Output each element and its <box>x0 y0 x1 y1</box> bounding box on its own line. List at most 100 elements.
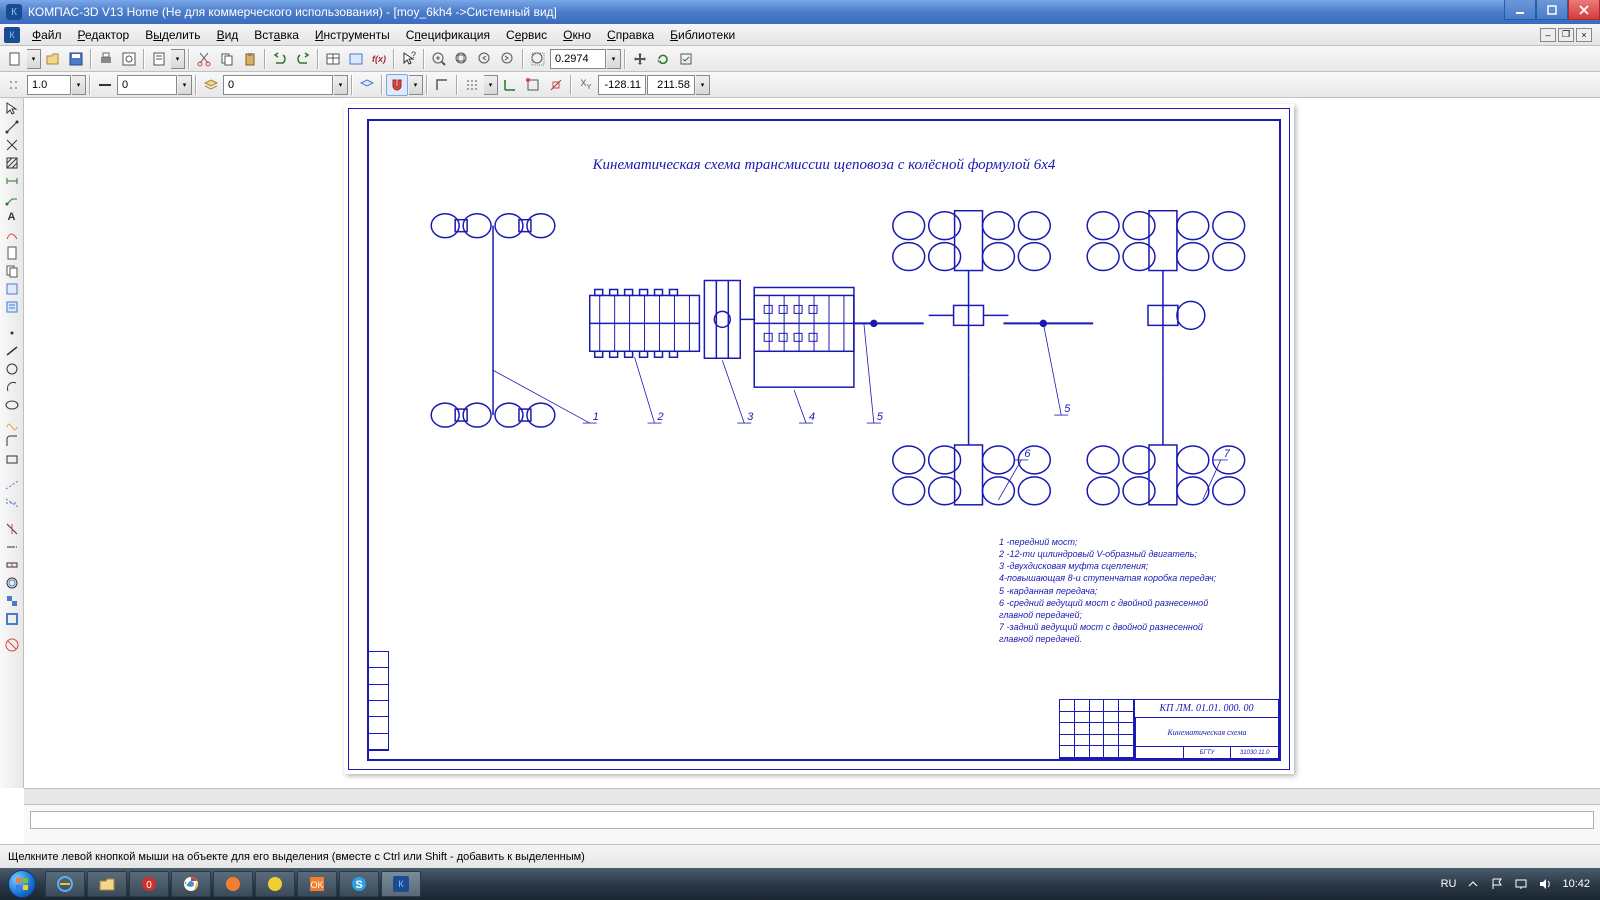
menu-edit[interactable]: Редактор <box>70 25 138 45</box>
collect-tool[interactable] <box>1 592 23 610</box>
maximize-button[interactable] <box>1536 0 1568 20</box>
dim-tool[interactable] <box>1 172 23 190</box>
zoom-dropdown[interactable]: ▾ <box>607 49 621 69</box>
task-kompas[interactable]: К <box>381 871 421 897</box>
linestyle-dropdown[interactable]: ▾ <box>178 75 192 95</box>
command-input[interactable] <box>30 811 1594 829</box>
lineweight-input[interactable] <box>27 75 71 95</box>
cut-button[interactable] <box>193 48 215 70</box>
page-tool[interactable] <box>1 244 23 262</box>
minimize-button[interactable] <box>1504 0 1536 20</box>
menu-tools[interactable]: Инструменты <box>307 25 398 45</box>
layer-input[interactable] <box>223 75 333 95</box>
help-cursor-button[interactable]: ? <box>398 48 420 70</box>
zoom-window-button[interactable] <box>451 48 473 70</box>
spec-button[interactable] <box>148 48 170 70</box>
lineweight-dropdown[interactable]: ▾ <box>72 75 86 95</box>
text-tool[interactable]: A <box>1 208 23 226</box>
redo-button[interactable] <box>292 48 314 70</box>
coord-y-input[interactable] <box>647 75 695 95</box>
mdi-restore-button[interactable]: ❐ <box>1558 28 1574 42</box>
tray-lang[interactable]: RU <box>1441 878 1457 890</box>
menu-spec[interactable]: Спецификация <box>398 25 498 45</box>
tray-flag-icon[interactable] <box>1490 877 1504 891</box>
magnet-dropdown[interactable]: ▾ <box>409 75 423 95</box>
aux-line-tool[interactable] <box>1 476 23 494</box>
frame-tool[interactable] <box>1 280 23 298</box>
coord-dropdown[interactable]: ▾ <box>696 75 710 95</box>
fx-button[interactable]: f(x) <box>368 48 390 70</box>
task-ok[interactable]: OK <box>297 871 337 897</box>
menu-file[interactable]: ФФайлайл <box>24 25 70 45</box>
print-button[interactable] <box>95 48 117 70</box>
spline-tool[interactable] <box>1 226 23 244</box>
magnet-button[interactable] <box>386 74 408 96</box>
zoom-next-button[interactable] <box>497 48 519 70</box>
menu-window[interactable]: Окно <box>555 25 599 45</box>
layer-dropdown[interactable]: ▾ <box>334 75 348 95</box>
tray-volume-icon[interactable] <box>1538 877 1552 891</box>
menu-help[interactable]: Справка <box>599 25 662 45</box>
zoom-value-input[interactable] <box>550 49 606 69</box>
grid-button[interactable] <box>461 74 483 96</box>
task-skype[interactable]: S <box>339 871 379 897</box>
copy-tool[interactable] <box>1 262 23 280</box>
break-tool[interactable] <box>1 556 23 574</box>
tray-chevron-icon[interactable] <box>1466 877 1480 891</box>
refresh-button[interactable] <box>652 48 674 70</box>
lcs-button[interactable] <box>499 74 521 96</box>
seg-tool[interactable] <box>1 342 23 360</box>
snap2-button[interactable] <box>545 74 567 96</box>
extend-tool[interactable] <box>1 538 23 556</box>
redraw-button[interactable] <box>675 48 697 70</box>
pt-tool[interactable] <box>1 324 23 342</box>
grid-dropdown[interactable]: ▾ <box>484 75 498 95</box>
menu-libs[interactable]: Библиотеки <box>662 25 743 45</box>
bezier-tool[interactable] <box>1 414 23 432</box>
equi-tool[interactable] <box>1 574 23 592</box>
menu-select[interactable]: Выделить <box>137 25 208 45</box>
horizontal-scrollbar[interactable] <box>24 788 1600 804</box>
copy-button[interactable] <box>216 48 238 70</box>
layers-button[interactable] <box>356 74 378 96</box>
preview-button[interactable] <box>118 48 140 70</box>
vars-button[interactable] <box>345 48 367 70</box>
zoom-fit-button[interactable] <box>527 48 549 70</box>
task-explorer[interactable] <box>87 871 127 897</box>
select-tool[interactable] <box>1 100 23 118</box>
circle-tool[interactable] <box>1 360 23 378</box>
table-button[interactable] <box>322 48 344 70</box>
task-orange[interactable] <box>213 871 253 897</box>
new-dropdown[interactable]: ▾ <box>27 49 41 69</box>
task-red[interactable]: 0 <box>129 871 169 897</box>
paste-button[interactable] <box>239 48 261 70</box>
undo-button[interactable] <box>269 48 291 70</box>
mdi-minimize-button[interactable]: – <box>1540 28 1556 42</box>
line-tool[interactable] <box>1 118 23 136</box>
spec-dropdown[interactable]: ▾ <box>171 49 185 69</box>
arc-tool[interactable] <box>1 378 23 396</box>
contour-tool[interactable] <box>1 610 23 628</box>
hatch-tool[interactable] <box>1 154 23 172</box>
rect-tool[interactable] <box>1 450 23 468</box>
menu-view[interactable]: Вид <box>209 25 247 45</box>
cancel-tool[interactable] <box>1 636 23 654</box>
fillet-tool[interactable] <box>1 432 23 450</box>
ortho-button[interactable] <box>431 74 453 96</box>
task-ie[interactable] <box>45 871 85 897</box>
drawing-canvas[interactable]: Кинематическая схема трансмиссии щеповоз… <box>24 98 1600 788</box>
tray-network-icon[interactable] <box>1514 877 1528 891</box>
close-button[interactable] <box>1568 0 1600 20</box>
start-button[interactable] <box>0 868 44 900</box>
leader-tool[interactable] <box>1 190 23 208</box>
snap1-button[interactable] <box>522 74 544 96</box>
zoom-prev-button[interactable] <box>474 48 496 70</box>
aux-line2-tool[interactable] <box>1 494 23 512</box>
pan-button[interactable] <box>629 48 651 70</box>
tray-clock[interactable]: 10:42 <box>1562 878 1590 890</box>
zoom-in-button[interactable] <box>428 48 450 70</box>
point-tool[interactable] <box>1 136 23 154</box>
ellipse-tool[interactable] <box>1 396 23 414</box>
mdi-close-button[interactable]: × <box>1576 28 1592 42</box>
coord-x-input[interactable] <box>598 75 646 95</box>
